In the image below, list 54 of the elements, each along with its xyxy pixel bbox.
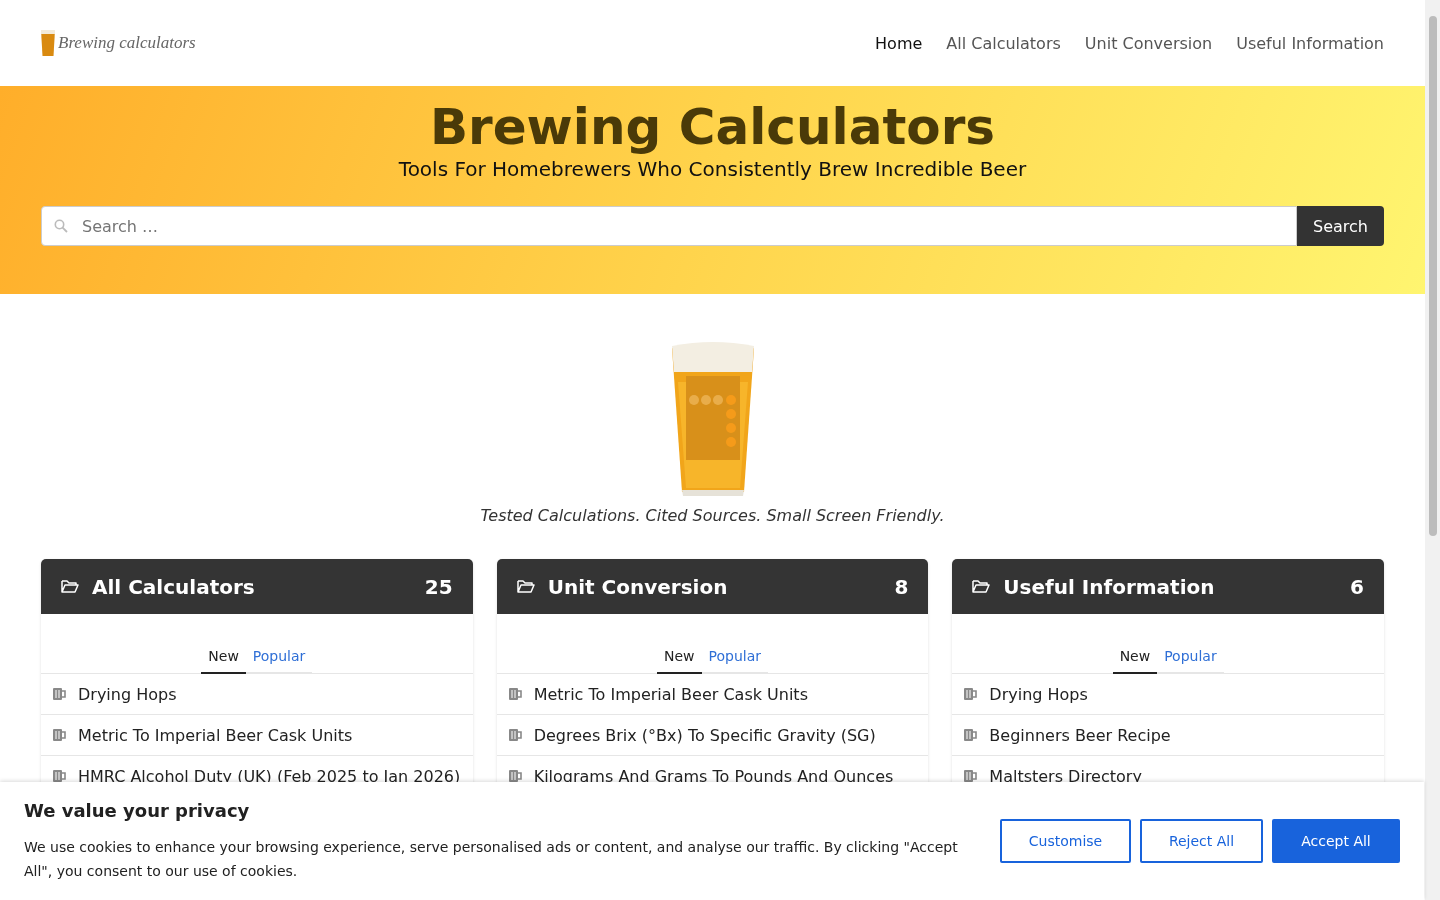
- mug-icon: [508, 729, 522, 741]
- folder-icon: [516, 579, 535, 594]
- search-icon: [54, 219, 68, 233]
- calculator-link[interactable]: Maltsters Directory: [989, 766, 1142, 786]
- search-button[interactable]: Search: [1297, 206, 1384, 246]
- card-title[interactable]: All Calculators: [92, 574, 412, 599]
- cookie-button[interactable]: Customise: [1000, 819, 1131, 863]
- list-row[interactable]: Degrees Brix (°Bx) To Specific Gravity (SG): [496, 715, 929, 756]
- list-tab[interactable]: Popular: [1157, 642, 1224, 674]
- nav-link[interactable]: Useful Information: [1236, 33, 1384, 53]
- cookie-title: We value your privacy: [24, 799, 251, 821]
- list-row[interactable]: Metric To Imperial Beer Cask Units: [41, 715, 473, 756]
- folder-icon: [972, 579, 991, 594]
- logo-text[interactable]: Brewing calculators: [58, 33, 196, 53]
- scrollbar[interactable]: [1425, 0, 1440, 900]
- calculator-link[interactable]: Metric To Imperial Beer Cask Units: [78, 725, 353, 745]
- mug-icon: [53, 688, 66, 700]
- list-tab[interactable]: New: [656, 642, 702, 674]
- cookie-button[interactable]: Reject All: [1140, 819, 1263, 863]
- cookie-button[interactable]: Accept All: [1272, 819, 1400, 863]
- list-row[interactable]: Metric To Imperial Beer Cask Units: [496, 674, 929, 715]
- calculator-link[interactable]: Metric To Imperial Beer Cask Units: [533, 684, 808, 704]
- list-tab[interactable]: New: [201, 642, 246, 674]
- list-tab[interactable]: New: [1112, 642, 1158, 674]
- calculator-link[interactable]: Beginners Beer Recipe: [989, 725, 1171, 745]
- search-field[interactable]: Search …: [41, 206, 1298, 246]
- beer-glass-icon: [41, 30, 55, 56]
- list-tab[interactable]: Popular: [245, 642, 313, 674]
- mug-icon: [964, 688, 978, 700]
- calculator-link[interactable]: Drying Hops: [78, 684, 177, 704]
- mug-icon: [53, 729, 66, 741]
- nav-link[interactable]: Unit Conversion: [1084, 33, 1213, 53]
- cookie-message: We use cookies to enhance your browsing experience, serve personalised ads or content, and analyse our traffic. By clicking "Accept All", you consent to our use of cookies.: [24, 837, 959, 881]
- list-tab[interactable]: Popular: [701, 642, 768, 674]
- calculator-link[interactable]: Drying Hops: [989, 684, 1088, 704]
- calculator-link[interactable]: Kilograms And Grams To Pounds And Ounces: [533, 766, 894, 786]
- item-count: 8: [894, 574, 909, 599]
- mug-icon: [508, 688, 522, 700]
- hero-title: Brewing Calculators: [428, 100, 997, 155]
- tagline: Tested Calculations. Cited Sources. Small Screen Friendly.: [480, 506, 945, 525]
- nav-link[interactable]: All Calculators: [946, 33, 1061, 53]
- scrollbar-thumb[interactable]: [1429, 16, 1437, 536]
- calculator-link[interactable]: Degrees Brix (°Bx) To Specific Gravity (SG): [533, 725, 876, 745]
- card-title[interactable]: Useful Information: [1003, 574, 1338, 599]
- folder-icon: [61, 579, 79, 594]
- list-row[interactable]: Beginners Beer Recipe: [952, 715, 1384, 756]
- nav-link[interactable]: Home: [875, 33, 923, 53]
- list-row[interactable]: Drying Hops: [952, 674, 1384, 715]
- hero-subtitle: Tools For Homebrewers Who Consistently Brew Incredible Beer: [397, 157, 1028, 181]
- card-title[interactable]: Unit Conversion: [547, 574, 882, 599]
- mug-icon: [964, 729, 978, 741]
- list-row[interactable]: Drying Hops: [41, 674, 473, 715]
- item-count: 6: [1350, 574, 1364, 599]
- item-count: 25: [424, 574, 453, 599]
